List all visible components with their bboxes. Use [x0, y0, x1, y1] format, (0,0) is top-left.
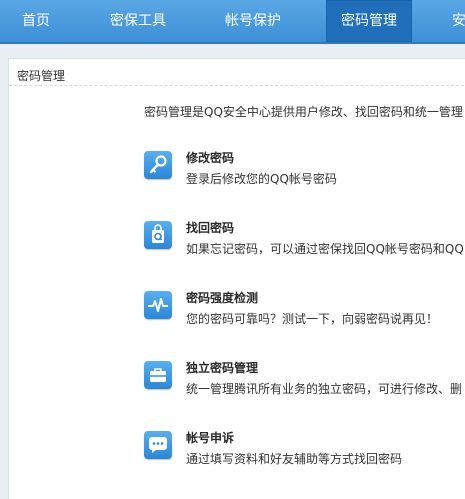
- option-find-password[interactable]: 找回密码 如果忘记密码，可以通过密保找回QQ帐号密码和QQ: [144, 219, 465, 259]
- chat-bubble-icon: [144, 431, 172, 459]
- option-description: 通过填写资料和好友辅助等方式找回密码: [186, 452, 403, 466]
- option-title[interactable]: 密码强度检测: [186, 289, 258, 306]
- pulse-icon: [144, 291, 172, 319]
- key-icon: [144, 151, 172, 179]
- nav-tab-account-protection[interactable]: 帐号保护: [225, 0, 281, 42]
- option-description: 统一管理腾讯所有业务的独立密码，可进行修改、删: [186, 382, 463, 396]
- option-title[interactable]: 找回密码: [186, 219, 234, 236]
- top-nav-bar: 首页 密保工具 帐号保护 密码管理 安: [0, 0, 465, 44]
- option-description: 您的密码可靠吗？测试一下，向弱密码说再见！: [186, 312, 439, 326]
- option-password-strength[interactable]: 密码强度检测 您的密码可靠吗？测试一下，向弱密码说再见！: [144, 289, 465, 329]
- nav-tab-truncated[interactable]: 安: [452, 0, 465, 42]
- option-change-password[interactable]: 修改密码 登录后修改您的QQ帐号密码: [144, 149, 465, 189]
- option-account-appeal[interactable]: 帐号申诉 通过填写资料和好友辅助等方式找回密码: [144, 429, 465, 469]
- option-description: 如果忘记密码，可以通过密保找回QQ帐号密码和QQ: [186, 242, 464, 256]
- panel-divider: [9, 85, 465, 86]
- panel-title: 密码管理: [17, 69, 66, 83]
- nav-tab-security-tools[interactable]: 密保工具: [110, 0, 166, 42]
- nav-tab-home[interactable]: 首页: [22, 0, 50, 42]
- briefcase-icon: [144, 361, 172, 389]
- option-title[interactable]: 修改密码: [186, 149, 234, 166]
- option-title[interactable]: 独立密码管理: [186, 359, 258, 376]
- option-independent-password[interactable]: 独立密码管理 统一管理腾讯所有业务的独立密码，可进行修改、删: [144, 359, 465, 399]
- nav-tab-password-management[interactable]: 密码管理: [326, 0, 412, 42]
- panel-intro-text: 密码管理是QQ安全中心提供用户修改、找回密码和统一管理: [144, 105, 463, 119]
- content-panel: 密码管理 密码管理是QQ安全中心提供用户修改、找回密码和统一管理 修改密码 登录…: [8, 58, 465, 499]
- option-description: 登录后修改您的QQ帐号密码: [186, 172, 337, 186]
- option-title[interactable]: 帐号申诉: [186, 429, 234, 446]
- shopping-bag-q-icon: [144, 221, 172, 249]
